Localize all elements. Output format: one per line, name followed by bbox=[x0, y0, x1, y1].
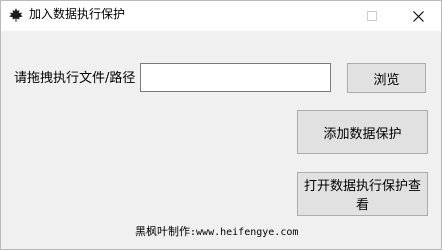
app-window: 加入数据执行保护 请拖拽执行文件/路径 浏览 添加数据保护 打开数据执行保护查看… bbox=[0, 0, 442, 250]
close-button[interactable] bbox=[395, 1, 441, 31]
close-icon bbox=[412, 10, 424, 22]
minimize-icon bbox=[321, 15, 331, 17]
title-bar[interactable]: 加入数据执行保护 bbox=[1, 1, 441, 31]
client-area: 请拖拽执行文件/路径 浏览 添加数据保护 打开数据执行保护查看 黑枫叶制作:ww… bbox=[1, 31, 441, 249]
minimize-button[interactable] bbox=[303, 1, 349, 31]
maximize-button[interactable] bbox=[349, 1, 395, 31]
maximize-icon bbox=[367, 11, 377, 21]
browse-button[interactable]: 浏览 bbox=[347, 63, 426, 93]
maple-leaf-icon bbox=[8, 7, 24, 23]
view-protection-button[interactable]: 打开数据执行保护查看 bbox=[297, 172, 428, 216]
footer-credit: 黑枫叶制作:www.heifengye.com bbox=[135, 223, 298, 239]
credit-url: www.heifengye.com bbox=[196, 227, 299, 238]
credit-label: 黑枫叶制作 bbox=[135, 225, 190, 238]
path-input[interactable] bbox=[140, 63, 331, 92]
path-label: 请拖拽执行文件/路径 bbox=[14, 71, 136, 86]
add-protection-button[interactable]: 添加数据保护 bbox=[297, 110, 428, 154]
window-title: 加入数据执行保护 bbox=[29, 7, 126, 21]
